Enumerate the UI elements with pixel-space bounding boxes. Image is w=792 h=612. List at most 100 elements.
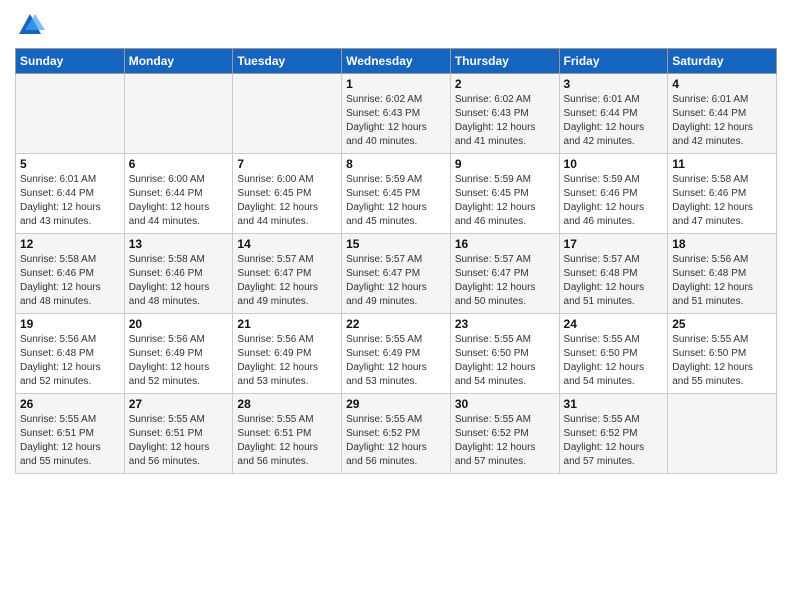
day-number: 22 — [346, 317, 446, 331]
header-cell-wednesday: Wednesday — [342, 49, 451, 74]
day-number: 27 — [129, 397, 229, 411]
day-info: Sunrise: 5:55 AM Sunset: 6:51 PM Dayligh… — [20, 413, 120, 469]
day-number: 30 — [455, 397, 555, 411]
day-cell — [124, 74, 233, 154]
calendar-table: SundayMondayTuesdayWednesdayThursdayFrid… — [15, 48, 777, 474]
page-header — [15, 10, 777, 40]
day-cell: 13Sunrise: 5:58 AM Sunset: 6:46 PM Dayli… — [124, 234, 233, 314]
day-cell: 17 Sunrise: 5:57 AM Sunset: 6:48 PM Dayli… — [559, 234, 668, 314]
day-info: Sunrise: 5:58 AM Sunset: 6:46 PM Dayligh… — [672, 173, 772, 229]
day-number: 19 — [20, 317, 120, 331]
day-number: 26 — [20, 397, 120, 411]
day-cell: 20 Sunrise: 5:56 AM Sunset: 6:49 PM Dayli… — [124, 314, 233, 394]
day-info: Sunrise: 5:59 AM Sunset: 6:46 PM Dayligh… — [564, 173, 664, 229]
day-cell: 1Sunrise: 6:02 AM Sunset: 6:43 PM Daylig… — [342, 74, 451, 154]
week-row-1: 1Sunrise: 6:02 AM Sunset: 6:43 PM Daylig… — [16, 74, 777, 154]
day-info: Sunrise: 6:02 AM Sunset: 6:43 PM Dayligh… — [455, 93, 555, 149]
day-info: Sunrise: 5:57 AM Sunset: 6:48 PM Dayligh… — [564, 253, 664, 309]
day-number: 2 — [455, 77, 555, 91]
day-cell: 15 Sunrise: 5:57 AM Sunset: 6:47 PM Dayli… — [342, 234, 451, 314]
day-number: 20 — [129, 317, 229, 331]
day-info: Sunrise: 5:56 AM Sunset: 6:48 PM Dayligh… — [672, 253, 772, 309]
day-info: Sunrise: 5:55 AM Sunset: 6:52 PM Dayligh… — [455, 413, 555, 469]
day-number: 9 — [455, 157, 555, 171]
day-cell: 9 Sunrise: 5:59 AM Sunset: 6:45 PM Daylig… — [450, 154, 559, 234]
day-cell: 16Sunrise: 5:57 AM Sunset: 6:47 PM Dayli… — [450, 234, 559, 314]
day-info: Sunrise: 6:00 AM Sunset: 6:45 PM Dayligh… — [237, 173, 337, 229]
day-number: 31 — [564, 397, 664, 411]
day-info: Sunrise: 5:55 AM Sunset: 6:50 PM Dayligh… — [564, 333, 664, 389]
week-row-2: 5 Sunrise: 6:01 AM Sunset: 6:44 PM Daylig… — [16, 154, 777, 234]
day-cell: 29Sunrise: 5:55 AM Sunset: 6:52 PM Dayli… — [342, 394, 451, 474]
day-number: 5 — [20, 157, 120, 171]
day-info: Sunrise: 5:55 AM Sunset: 6:49 PM Dayligh… — [346, 333, 446, 389]
day-cell: 19 Sunrise: 5:56 AM Sunset: 6:48 PM Dayli… — [16, 314, 125, 394]
logo-icon — [15, 10, 45, 40]
day-cell: 5 Sunrise: 6:01 AM Sunset: 6:44 PM Daylig… — [16, 154, 125, 234]
day-info: Sunrise: 5:56 AM Sunset: 6:49 PM Dayligh… — [237, 333, 337, 389]
day-info: Sunrise: 5:56 AM Sunset: 6:49 PM Dayligh… — [129, 333, 229, 389]
day-info: Sunrise: 5:56 AM Sunset: 6:48 PM Dayligh… — [20, 333, 120, 389]
day-cell: 6 Sunrise: 6:00 AM Sunset: 6:44 PM Daylig… — [124, 154, 233, 234]
day-number: 12 — [20, 237, 120, 251]
header-cell-friday: Friday — [559, 49, 668, 74]
day-number: 15 — [346, 237, 446, 251]
day-cell: 26 Sunrise: 5:55 AM Sunset: 6:51 PM Dayli… — [16, 394, 125, 474]
day-info: Sunrise: 6:02 AM Sunset: 6:43 PM Dayligh… — [346, 93, 446, 149]
day-info: Sunrise: 5:55 AM Sunset: 6:52 PM Dayligh… — [346, 413, 446, 469]
day-cell: 25Sunrise: 5:55 AM Sunset: 6:50 PM Dayli… — [668, 314, 777, 394]
day-cell: 8 Sunrise: 5:59 AM Sunset: 6:45 PM Daylig… — [342, 154, 451, 234]
header-row: SundayMondayTuesdayWednesdayThursdayFrid… — [16, 49, 777, 74]
day-number: 23 — [455, 317, 555, 331]
day-info: Sunrise: 5:55 AM Sunset: 6:52 PM Dayligh… — [564, 413, 664, 469]
day-number: 24 — [564, 317, 664, 331]
day-info: Sunrise: 5:55 AM Sunset: 6:51 PM Dayligh… — [237, 413, 337, 469]
day-cell: 30 Sunrise: 5:55 AM Sunset: 6:52 PM Dayli… — [450, 394, 559, 474]
day-info: Sunrise: 5:55 AM Sunset: 6:51 PM Dayligh… — [129, 413, 229, 469]
day-info: Sunrise: 5:57 AM Sunset: 6:47 PM Dayligh… — [455, 253, 555, 309]
day-info: Sunrise: 5:55 AM Sunset: 6:50 PM Dayligh… — [672, 333, 772, 389]
day-info: Sunrise: 6:01 AM Sunset: 6:44 PM Dayligh… — [20, 173, 120, 229]
day-info: Sunrise: 6:00 AM Sunset: 6:44 PM Dayligh… — [129, 173, 229, 229]
header-cell-saturday: Saturday — [668, 49, 777, 74]
day-info: Sunrise: 5:55 AM Sunset: 6:50 PM Dayligh… — [455, 333, 555, 389]
day-cell: 12 Sunrise: 5:58 AM Sunset: 6:46 PM Dayli… — [16, 234, 125, 314]
day-number: 21 — [237, 317, 337, 331]
day-number: 7 — [237, 157, 337, 171]
day-number: 17 — [564, 237, 664, 251]
day-info: Sunrise: 5:58 AM Sunset: 6:46 PM Dayligh… — [20, 253, 120, 309]
week-row-5: 26 Sunrise: 5:55 AM Sunset: 6:51 PM Dayli… — [16, 394, 777, 474]
day-cell — [16, 74, 125, 154]
day-number: 3 — [564, 77, 664, 91]
day-number: 6 — [129, 157, 229, 171]
day-info: Sunrise: 5:57 AM Sunset: 6:47 PM Dayligh… — [237, 253, 337, 309]
day-info: Sunrise: 5:59 AM Sunset: 6:45 PM Dayligh… — [455, 173, 555, 229]
day-cell: 28 Sunrise: 5:55 AM Sunset: 6:51 PM Dayli… — [233, 394, 342, 474]
day-info: Sunrise: 5:59 AM Sunset: 6:45 PM Dayligh… — [346, 173, 446, 229]
day-cell: 10 Sunrise: 5:59 AM Sunset: 6:46 PM Dayli… — [559, 154, 668, 234]
day-number: 8 — [346, 157, 446, 171]
day-cell: 3 Sunrise: 6:01 AM Sunset: 6:44 PM Daylig… — [559, 74, 668, 154]
day-number: 4 — [672, 77, 772, 91]
day-cell: 31 Sunrise: 5:55 AM Sunset: 6:52 PM Dayli… — [559, 394, 668, 474]
day-info: Sunrise: 6:01 AM Sunset: 6:44 PM Dayligh… — [564, 93, 664, 149]
day-cell: 18Sunrise: 5:56 AM Sunset: 6:48 PM Dayli… — [668, 234, 777, 314]
day-cell: 4 Sunrise: 6:01 AM Sunset: 6:44 PM Daylig… — [668, 74, 777, 154]
day-info: Sunrise: 6:01 AM Sunset: 6:44 PM Dayligh… — [672, 93, 772, 149]
day-number: 28 — [237, 397, 337, 411]
header-cell-monday: Monday — [124, 49, 233, 74]
day-cell: 7 Sunrise: 6:00 AM Sunset: 6:45 PM Daylig… — [233, 154, 342, 234]
week-row-4: 19 Sunrise: 5:56 AM Sunset: 6:48 PM Dayli… — [16, 314, 777, 394]
day-number: 14 — [237, 237, 337, 251]
day-number: 11 — [672, 157, 772, 171]
day-cell: 24 Sunrise: 5:55 AM Sunset: 6:50 PM Dayli… — [559, 314, 668, 394]
day-cell: 21 Sunrise: 5:56 AM Sunset: 6:49 PM Dayli… — [233, 314, 342, 394]
day-cell: 27 Sunrise: 5:55 AM Sunset: 6:51 PM Dayli… — [124, 394, 233, 474]
day-cell: 23 Sunrise: 5:55 AM Sunset: 6:50 PM Dayli… — [450, 314, 559, 394]
header-cell-tuesday: Tuesday — [233, 49, 342, 74]
logo — [15, 10, 49, 40]
day-info: Sunrise: 5:57 AM Sunset: 6:47 PM Dayligh… — [346, 253, 446, 309]
header-cell-sunday: Sunday — [16, 49, 125, 74]
day-number: 10 — [564, 157, 664, 171]
day-cell: 2 Sunrise: 6:02 AM Sunset: 6:43 PM Daylig… — [450, 74, 559, 154]
